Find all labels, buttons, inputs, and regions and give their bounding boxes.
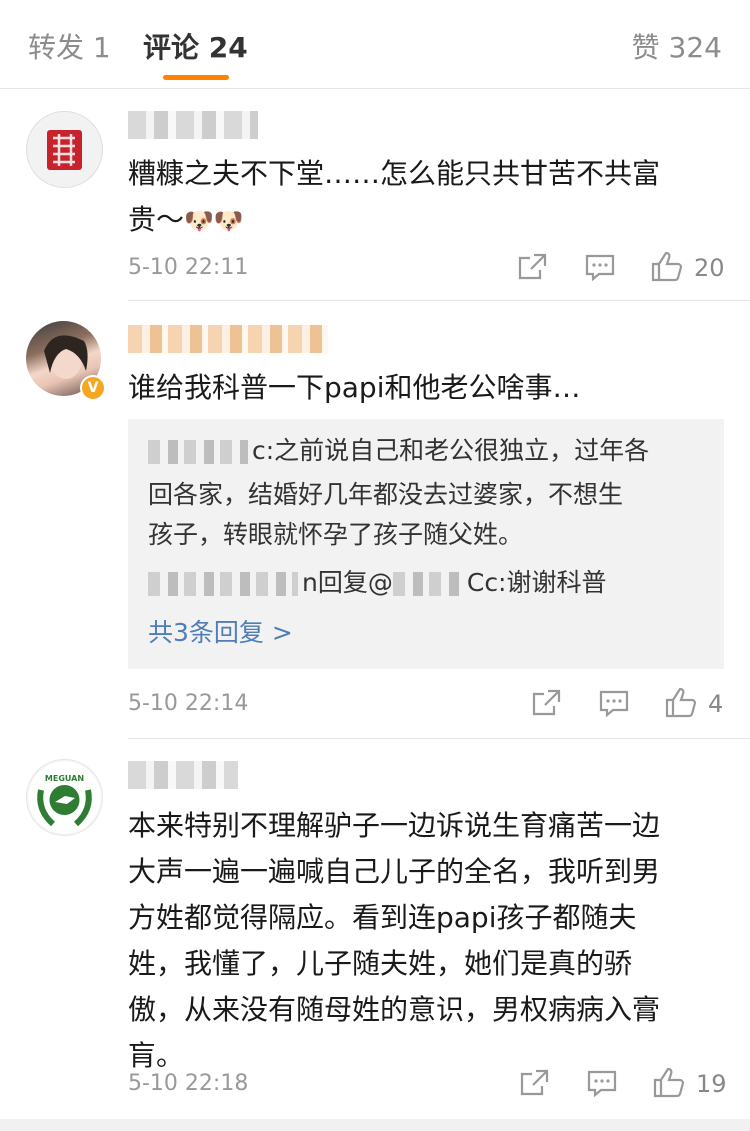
comment-text: 糟糠之夫不下堂……怎么能只共甘苦不共富 贵～🐶🐶	[128, 157, 661, 236]
comment-icon[interactable]	[584, 252, 616, 282]
reply-text: 回各家，结婚好几年都没去过婆家，不想生	[148, 480, 624, 509]
comment-tabs: 转发 1 评论 24 赞 324	[0, 0, 750, 89]
active-tab-indicator	[163, 75, 229, 80]
mention-username-blurred[interactable]	[392, 572, 463, 596]
avatar[interactable]: MEGUAN	[26, 759, 103, 836]
tab-comment[interactable]: 评论 24	[143, 26, 248, 66]
like-count: 19	[696, 1070, 727, 1098]
husky-emoji-icon: 🐶🐶	[184, 207, 244, 235]
comment-text: 谁给我科普一下papi和他老公啥事…	[128, 371, 581, 404]
like-count: 20	[694, 254, 725, 282]
share-icon[interactable]	[516, 252, 548, 282]
reply-item: n回复@ Cc:谢谢科普	[148, 563, 708, 603]
comment-time: 5-10 22:14	[128, 691, 249, 716]
verified-badge-icon: V	[80, 375, 106, 401]
comment-item: 糟糠之夫不下堂……怎么能只共甘苦不共富 贵～🐶🐶 5-10 22:11 20	[0, 89, 750, 300]
avatar-logo-text: MEGUAN	[44, 774, 85, 783]
laurel-logo-icon	[28, 761, 101, 834]
like-icon[interactable]	[652, 1065, 686, 1099]
reply-username-blurred[interactable]	[148, 440, 248, 464]
comment-item: MEGUAN 本来特别不理解驴子一边诉说生育痛苦一边 大声一遍一遍喊自己儿子的全…	[0, 739, 750, 1119]
comment-time: 5-10 22:11	[128, 255, 249, 280]
like-icon[interactable]	[650, 249, 684, 283]
comment-icon[interactable]	[586, 1068, 618, 1098]
reply-text: 孩子，转眼就怀孕了孩子随父姓。	[148, 520, 524, 549]
username-blurred[interactable]	[128, 325, 328, 353]
reply-item: c:之前说自己和老公很独立，过年各	[148, 431, 708, 471]
comment-item: V 谁给我科普一下papi和他老公啥事… c:之前说自己和老公很独立，过年各 回…	[0, 301, 750, 738]
reply-username-blurred[interactable]	[148, 572, 298, 596]
reply-box[interactable]: c:之前说自己和老公很独立，过年各 回各家，结婚好几年都没去过婆家，不想生 孩子…	[128, 419, 724, 669]
share-icon[interactable]	[518, 1068, 550, 1098]
like-count: 4	[708, 690, 724, 718]
comment-text: 本来特别不理解驴子一边诉说生育痛苦一边 大声一遍一遍喊自己儿子的全名，我听到男 …	[128, 809, 661, 1072]
avatar[interactable]	[26, 111, 103, 188]
comment-icon[interactable]	[598, 688, 630, 718]
share-icon[interactable]	[530, 688, 562, 718]
tab-like[interactable]: 赞 324	[632, 26, 722, 66]
like-icon[interactable]	[664, 685, 698, 719]
tab-repost[interactable]: 转发 1	[28, 26, 111, 66]
more-replies-link[interactable]: 共3条回复 >	[148, 613, 708, 653]
comment-time: 5-10 22:18	[128, 1071, 249, 1096]
username-blurred[interactable]	[128, 761, 238, 789]
username-blurred[interactable]	[128, 111, 258, 139]
seal-logo-icon	[27, 112, 102, 187]
bottom-divider-band	[0, 1119, 750, 1131]
